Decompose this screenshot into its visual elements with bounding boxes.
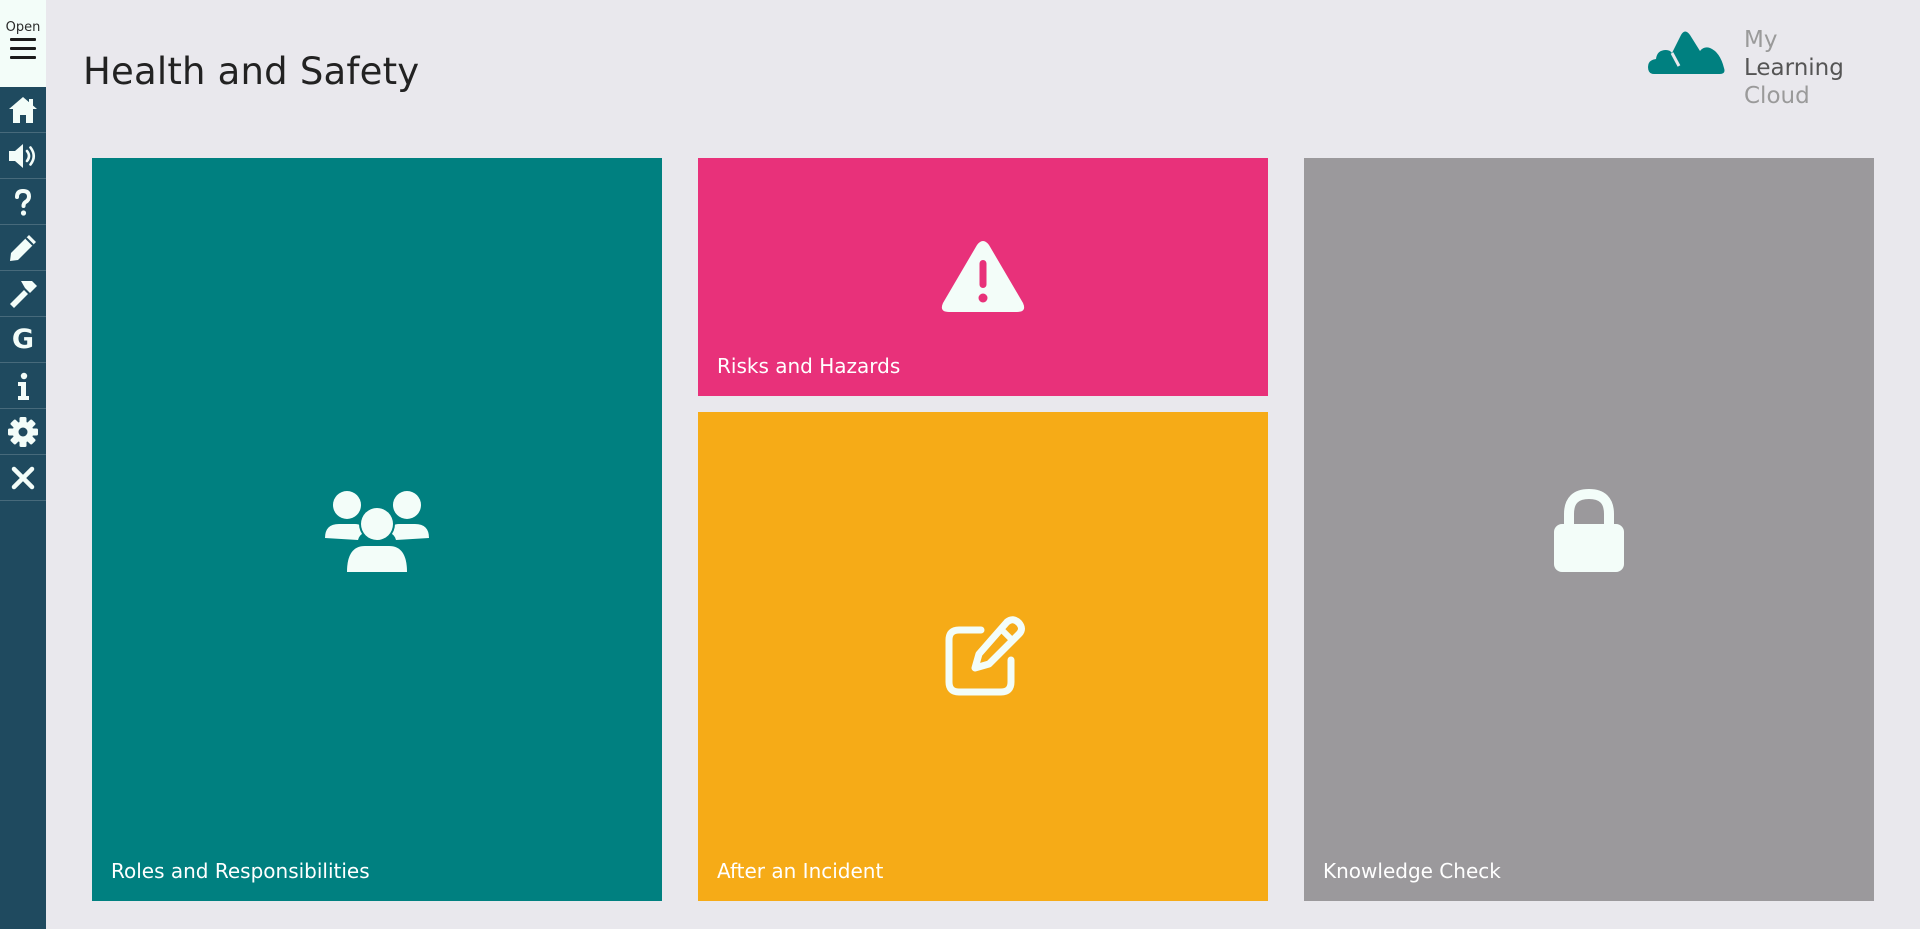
pencil-icon [10, 234, 36, 261]
sidebar-item-glossary[interactable]: G [0, 317, 46, 363]
sidebar-item-close[interactable] [0, 455, 46, 501]
logo-word-my: My [1744, 27, 1778, 53]
tile-label: Roles and Responsibilities [111, 859, 370, 883]
sidebar-item-audio[interactable] [0, 133, 46, 179]
tile-roles-and-responsibilities[interactable]: Roles and Responsibilities [92, 158, 662, 901]
letter-g-icon: G [11, 324, 35, 355]
menu-open-label: Open [5, 20, 41, 35]
menu-open-button[interactable]: Open [0, 0, 46, 87]
users-icon [325, 491, 429, 572]
tile-after-an-incident[interactable]: After an Incident [698, 412, 1268, 901]
lock-icon [1554, 488, 1624, 572]
warning-icon [941, 241, 1025, 312]
home-icon [9, 96, 37, 123]
logo-word-learning: Learning [1744, 55, 1844, 81]
info-icon [18, 372, 29, 400]
tile-knowledge-check[interactable]: Knowledge Check [1304, 158, 1874, 901]
logo-word-cloud: Cloud [1744, 83, 1810, 109]
sidebar-item-info[interactable] [0, 363, 46, 409]
question-icon [15, 188, 32, 216]
sidebar-item-home[interactable] [0, 87, 46, 133]
logo-text: My Learning Cloud [1744, 26, 1878, 110]
sidebar-item-help[interactable] [0, 179, 46, 225]
volume-icon [9, 143, 36, 168]
tile-risks-and-hazards[interactable]: Risks and Hazards [698, 158, 1268, 396]
sidebar-item-tools[interactable] [0, 271, 46, 317]
logo: My Learning Cloud [1648, 26, 1878, 109]
sidebar: Open G [0, 0, 46, 929]
hammer-icon [10, 280, 37, 308]
gear-icon [8, 416, 38, 447]
hamburger-icon [10, 38, 36, 60]
sidebar-item-settings[interactable] [0, 409, 46, 455]
page-title: Health and Safety [83, 50, 420, 93]
close-icon [11, 466, 35, 489]
tile-label: Knowledge Check [1323, 859, 1501, 883]
tile-label: Risks and Hazards [717, 354, 901, 378]
sidebar-item-notes[interactable] [0, 225, 46, 271]
edit-icon [945, 616, 1025, 696]
tile-label: After an Incident [717, 859, 884, 883]
cloud-logo-icon [1648, 31, 1725, 74]
